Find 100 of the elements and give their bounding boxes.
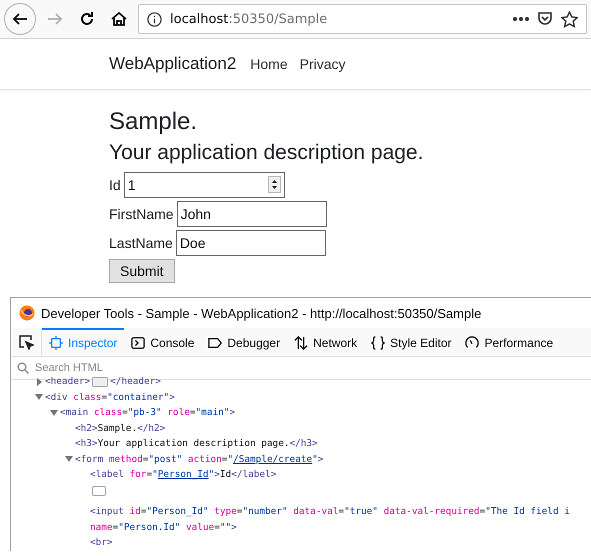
text-input-field[interactable]: Doe: [176, 230, 326, 256]
field-label: FirstName: [109, 206, 174, 222]
browser-logo-icon: [19, 305, 35, 321]
url-text: localhost:50350/Sample: [170, 12, 328, 26]
spinner-icon[interactable]: [268, 176, 281, 193]
code-text: <header>: [45, 375, 90, 389]
code-text: =: [214, 520, 220, 534]
code-text: <br>: [90, 536, 113, 550]
code-text: >: [231, 520, 237, 534]
code-text: method: [108, 452, 143, 466]
code-text: role: [166, 406, 190, 420]
expanded-arrow-icon[interactable]: [63, 455, 75, 464]
code-text: =: [222, 452, 228, 466]
code-text: "pb-3": [128, 406, 162, 420]
code-link[interactable]: /Sample/create: [233, 452, 312, 467]
code-text: Sample.: [98, 422, 138, 436]
console-icon: [131, 336, 146, 350]
code-text: "true": [344, 505, 378, 519]
tag-shape-icon: [208, 336, 222, 350]
expanded-arrow-icon[interactable]: [48, 408, 60, 417]
code-text: type: [213, 505, 237, 519]
code-text: >: [169, 390, 175, 404]
code-text: =: [140, 505, 146, 519]
code-text: <div: [45, 390, 68, 404]
right-arrow-icon: [47, 11, 63, 27]
devtools-tab[interactable]: Network: [287, 328, 364, 356]
code-text: data-val-required: [382, 505, 480, 519]
field-label: Id: [109, 177, 121, 193]
code-text: </header>: [110, 375, 161, 389]
devtools-tab[interactable]: Console: [124, 328, 202, 356]
code-text: action: [186, 452, 222, 466]
code-text: "Person.Id": [118, 520, 180, 534]
reload-icon: [79, 11, 95, 27]
cursor-icon: [18, 334, 34, 350]
code-text: <form: [75, 452, 104, 466]
code-text: data-val: [292, 505, 338, 519]
code-text: Your application description page.: [98, 437, 290, 451]
text-input-field[interactable]: John: [176, 201, 327, 227]
left-arrow-icon: [12, 11, 28, 27]
back-button[interactable]: [4, 3, 36, 35]
code-text: =: [338, 505, 344, 519]
shield-icon[interactable]: [537, 11, 553, 27]
inspector-icon: [49, 336, 63, 350]
code-text: "": [220, 520, 232, 534]
code-text: =: [142, 452, 148, 466]
code-text: >: [318, 452, 324, 466]
code-text: class: [92, 406, 122, 420]
site-brand-link[interactable]: WebApplication2: [109, 54, 236, 74]
code-text: "container": [107, 390, 170, 404]
code-text: "The Id field i: [485, 505, 570, 519]
expanded-arrow-icon[interactable]: [33, 393, 45, 402]
code-text: =: [112, 520, 118, 534]
code-text: id: [128, 505, 141, 519]
code-text: Id: [220, 468, 232, 482]
code-text: </h2>: [137, 422, 166, 436]
code-text: =: [122, 406, 128, 420]
code-text: =: [480, 505, 486, 519]
braces-icon: [371, 336, 386, 350]
code-text: <h3>: [75, 437, 98, 451]
devtools-tab[interactable]: Performance: [458, 328, 560, 356]
code-text: ": [208, 468, 214, 482]
code-text: value: [184, 520, 214, 534]
code-text: "number": [242, 505, 288, 519]
code-text: for: [128, 468, 146, 482]
nav-link[interactable]: Home: [250, 56, 288, 72]
number-input-field[interactable]: 1: [124, 172, 285, 198]
star-icon[interactable]: [561, 10, 578, 28]
code-text: =: [190, 406, 196, 420]
code-text: ": [312, 452, 318, 466]
code-text: "main": [196, 406, 230, 420]
code-text: <label: [90, 468, 124, 482]
address-bar[interactable]: localhost:50350/Sample: [138, 4, 587, 34]
home-icon: [111, 11, 127, 27]
code-text: </h3>: [289, 437, 318, 451]
code-text: ": [152, 468, 158, 482]
code-text: <main: [60, 406, 88, 420]
field-label: LastName: [109, 235, 173, 251]
info-icon[interactable]: [147, 12, 162, 26]
code-text: "Person_Id": [146, 505, 209, 519]
code-text: =: [146, 468, 152, 482]
nav-link[interactable]: Privacy: [300, 56, 346, 72]
page-heading: Sample.: [109, 107, 198, 137]
devtools-tab[interactable]: Style Editor: [364, 328, 458, 356]
code-text: name: [90, 520, 113, 534]
code-text: class: [72, 390, 102, 404]
code-text: </label>: [231, 468, 276, 482]
devtools-tab[interactable]: Debugger: [201, 328, 288, 356]
gauge-icon: [465, 336, 480, 350]
code-text: ": [227, 452, 234, 466]
code-link[interactable]: Person_Id: [158, 467, 209, 482]
code-text: =: [101, 390, 108, 404]
window-title: Developer Tools - Sample - WebApplication2 - http://localhost:50350/Sample: [41, 306, 482, 320]
code-text: >: [229, 406, 236, 420]
code-text: =: [236, 505, 242, 519]
search-icon: [17, 362, 29, 374]
code-text: <input: [90, 505, 124, 519]
code-text: "post": [148, 452, 182, 466]
code-text: >: [214, 468, 220, 482]
more-icon[interactable]: [513, 17, 529, 21]
submit-button[interactable]: Submit: [109, 259, 175, 283]
